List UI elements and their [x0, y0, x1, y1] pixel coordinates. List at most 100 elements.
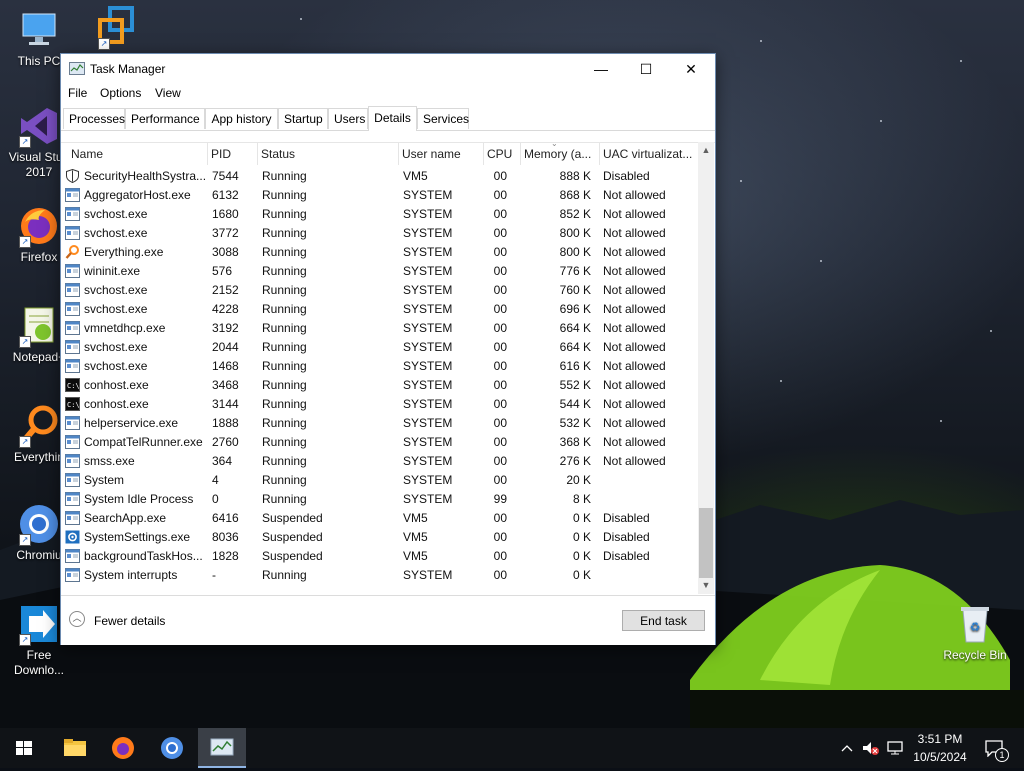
table-row[interactable]: helperservice.exe 1888 Running SYSTEM 00 532 …: [61, 414, 697, 433]
cell-uac: Not allowed: [603, 454, 666, 468]
tab-users[interactable]: Users: [328, 108, 368, 129]
cell-uac: Disabled: [603, 549, 650, 563]
table-row[interactable]: backgroundTaskHos... 1828 Suspended VM5 00 0 …: [61, 547, 697, 566]
tab-details[interactable]: Details: [368, 106, 417, 131]
close-button[interactable]: ✕: [668, 54, 714, 84]
cell-pid: 3088: [212, 245, 239, 259]
clock-date[interactable]: 10/5/2024: [908, 750, 972, 764]
cell-uac: [603, 490, 697, 509]
shortcut-arrow-icon: ↗: [19, 236, 31, 248]
cell-mem: 696 K: [559, 302, 591, 316]
fewer-details-link[interactable]: Fewer details: [94, 614, 165, 628]
column-header-memory[interactable]: Memory (a...: [521, 143, 600, 165]
table-row[interactable]: C:\ conhost.exe 3144 Running SYSTEM 00 544 K No…: [61, 395, 697, 414]
tab-services[interactable]: Services: [417, 108, 469, 129]
cell-cpu: 99: [493, 492, 507, 506]
table-row[interactable]: svchost.exe 1680 Running SYSTEM 00 852 K Not a…: [61, 205, 697, 224]
table-row[interactable]: SearchApp.exe 6416 Suspended VM5 00 0 K Disabl…: [61, 509, 697, 528]
end-task-button[interactable]: End task: [622, 610, 705, 631]
clock-time[interactable]: 3:51 PM: [908, 732, 972, 746]
column-header-uac-virtualization[interactable]: UAC virtualizat...: [600, 143, 697, 165]
cell-name: svchost.exe: [84, 359, 148, 373]
cell-uac: Disabled: [603, 169, 650, 183]
table-row[interactable]: System interrupts - Running SYSTEM 00 0 K: [61, 566, 697, 585]
table-row[interactable]: C:\ conhost.exe 3468 Running SYSTEM 00 552 K No…: [61, 376, 697, 395]
process-icon: [65, 435, 80, 449]
table-row[interactable]: svchost.exe 4228 Running SYSTEM 00 696 K Not a…: [61, 300, 697, 319]
cell-name: svchost.exe: [84, 340, 148, 354]
cell-user: VM5: [403, 530, 428, 544]
cell-status: Running: [262, 454, 307, 468]
start-button[interactable]: [0, 728, 48, 768]
cell-cpu: 00: [493, 188, 507, 202]
cell-cpu: 00: [493, 378, 507, 392]
magnifier-icon: [65, 245, 80, 259]
volume-muted-icon[interactable]: [862, 740, 880, 756]
tab-processes[interactable]: Processes: [63, 108, 125, 129]
cell-name: helperservice.exe: [84, 416, 179, 430]
table-row[interactable]: CompatTelRunner.exe 2760 Running SYSTEM 00 36…: [61, 433, 697, 452]
cell-uac: Disabled: [603, 530, 650, 544]
scroll-down-arrow-icon[interactable]: ▼: [698, 577, 714, 594]
menu-options[interactable]: Options: [100, 86, 141, 100]
column-header-name[interactable]: Name: [68, 143, 208, 165]
tab-app-history[interactable]: App history: [205, 108, 278, 129]
table-row[interactable]: Everything.exe 3088 Running SYSTEM 00 800 K No…: [61, 243, 697, 262]
firefox-icon: [112, 737, 134, 759]
maximize-button[interactable]: ☐: [623, 54, 669, 84]
cell-mem: 20 K: [566, 473, 591, 487]
column-header-user-name[interactable]: User name: [399, 143, 484, 165]
table-row[interactable]: AggregatorHost.exe 6132 Running SYSTEM 00 868…: [61, 186, 697, 205]
table-row[interactable]: wininit.exe 576 Running SYSTEM 00 776 K Not al…: [61, 262, 697, 281]
console-icon: C:\: [65, 378, 80, 392]
cell-cpu: 00: [493, 340, 507, 354]
table-row[interactable]: smss.exe 364 Running SYSTEM 00 276 K Not allow…: [61, 452, 697, 471]
scrollbar-thumb[interactable]: [699, 508, 713, 578]
cell-pid: 6132: [212, 188, 239, 202]
column-header-pid[interactable]: PID: [208, 143, 258, 165]
taskbar-firefox[interactable]: [99, 728, 147, 768]
cell-uac: Not allowed: [603, 416, 666, 430]
cell-status: Running: [262, 302, 307, 316]
process-icon: [65, 264, 80, 278]
desktop-icon-vmware[interactable]: ↗: [80, 6, 156, 52]
table-row[interactable]: System Idle Process 0 Running SYSTEM 99 8 K: [61, 490, 697, 509]
cell-uac: Not allowed: [603, 435, 666, 449]
network-icon[interactable]: [886, 740, 904, 756]
column-header-cpu[interactable]: CPU: [484, 143, 521, 165]
tab-startup[interactable]: Startup: [278, 108, 328, 129]
tab-performance[interactable]: Performance: [125, 108, 205, 129]
minimize-button[interactable]: —: [578, 54, 624, 84]
table-row[interactable]: svchost.exe 2152 Running SYSTEM 00 760 K Not a…: [61, 281, 697, 300]
table-row[interactable]: svchost.exe 2044 Running SYSTEM 00 664 K Not a…: [61, 338, 697, 357]
table-row[interactable]: System 4 Running SYSTEM 00 20 K: [61, 471, 697, 490]
desktop-icon-recycle-bin[interactable]: ♻ Recycle Bin: [937, 602, 1013, 663]
cell-pid: 3192: [212, 321, 239, 335]
details-table: Name PID Status User name CPU Memory (a.…: [61, 142, 715, 595]
cell-status: Suspended: [262, 530, 323, 544]
table-row[interactable]: SecurityHealthSystra... 7544 Running VM5 00 8…: [61, 167, 697, 186]
column-header-status[interactable]: Status: [258, 143, 399, 165]
title-bar[interactable]: Task Manager — ☐ ✕: [61, 54, 715, 84]
vertical-scrollbar[interactable]: ▲ ▼: [698, 142, 714, 594]
taskbar-chromium[interactable]: [148, 728, 196, 768]
cell-status: Running: [262, 416, 307, 430]
taskbar-task-manager[interactable]: [198, 728, 246, 768]
scroll-up-arrow-icon[interactable]: ▲: [698, 142, 714, 159]
menu-view[interactable]: View: [155, 86, 181, 100]
show-hidden-icons-chevron-icon[interactable]: [840, 742, 854, 754]
shortcut-arrow-icon: ↗: [19, 436, 31, 448]
cell-cpu: 00: [493, 226, 507, 240]
cell-name: SystemSettings.exe: [84, 530, 191, 544]
menu-file[interactable]: File: [68, 86, 87, 100]
gear-icon: [65, 530, 80, 544]
table-row[interactable]: svchost.exe 1468 Running SYSTEM 00 616 K Not a…: [61, 357, 697, 376]
taskbar-file-explorer[interactable]: [51, 728, 99, 768]
cell-pid: 2044: [212, 340, 239, 354]
chevron-up-icon[interactable]: ︿: [69, 611, 85, 627]
desktop-icon-label: Recycle Bin: [943, 648, 1007, 662]
table-row[interactable]: vmnetdhcp.exe 3192 Running SYSTEM 00 664 K Not…: [61, 319, 697, 338]
table-row[interactable]: svchost.exe 3772 Running SYSTEM 00 800 K Not a…: [61, 224, 697, 243]
table-row[interactable]: SystemSettings.exe 8036 Suspended VM5 00 0 K D…: [61, 528, 697, 547]
footer-bar: ︿ Fewer details End task: [61, 595, 715, 645]
